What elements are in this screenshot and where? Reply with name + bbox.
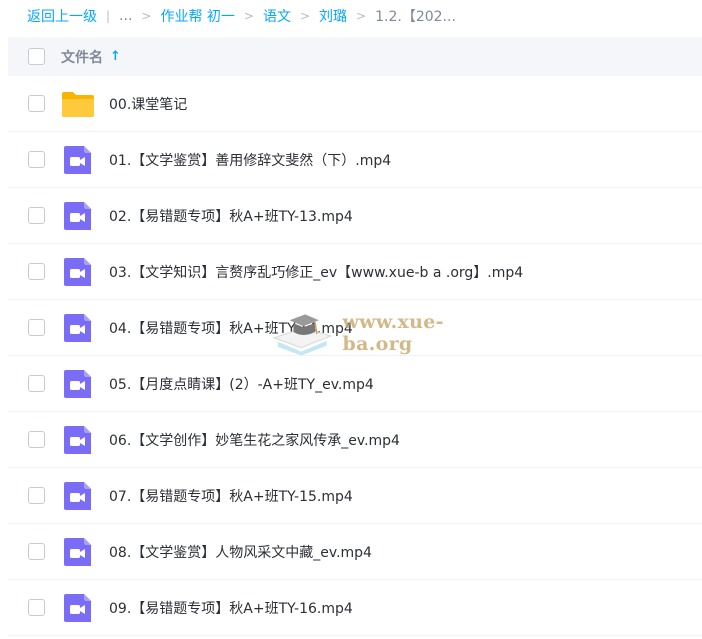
- row-checkbox[interactable]: [28, 263, 45, 280]
- file-row[interactable]: 06.【文学创作】妙笔生花之家风传承_ev.mp4: [8, 412, 702, 468]
- file-row[interactable]: 02.【易错题专项】秋A+班TY-13.mp4: [8, 188, 702, 244]
- file-row[interactable]: 00.课堂笔记: [8, 76, 702, 132]
- file-row[interactable]: 08.【文学鉴赏】人物风采文中藏_ev.mp4: [8, 524, 702, 580]
- file-name[interactable]: 01.【文学鉴赏】善用修辞文斐然（下）.mp4: [109, 150, 391, 170]
- breadcrumb-item[interactable]: 作业帮 初一: [160, 6, 234, 26]
- row-checkbox[interactable]: [28, 207, 45, 224]
- file-name[interactable]: 07.【易错题专项】秋A+班TY-15.mp4: [109, 486, 353, 506]
- video-file-icon: [61, 538, 95, 566]
- chevron-right-icon: >: [356, 9, 367, 23]
- breadcrumb-current: 1.2.【202...: [375, 9, 456, 25]
- breadcrumb: 返回上一级 | ... > 作业帮 初一 > 语文 > 刘璐 > 1.2.【20…: [0, 0, 702, 32]
- file-name[interactable]: 05.【月度点睛课】(2）-A+班TY_ev.mp4: [109, 374, 374, 394]
- file-row[interactable]: 04.【易错题专项】秋A+班TY-14.mp4: [8, 300, 702, 356]
- file-row[interactable]: 09.【易错题专项】秋A+班TY-16.mp4: [8, 580, 702, 636]
- video-file-icon: [61, 482, 95, 510]
- row-checkbox[interactable]: [28, 375, 45, 392]
- video-file-icon: [61, 370, 95, 398]
- file-name[interactable]: 06.【文学创作】妙笔生花之家风传承_ev.mp4: [109, 430, 400, 450]
- file-name[interactable]: 03.【文学知识】言赘序乱巧修正_ev【www.xue-b a .org】.mp…: [109, 262, 523, 282]
- video-file-icon: [61, 426, 95, 454]
- list-header: 文件名 ↑: [8, 37, 702, 76]
- video-file-icon: [61, 146, 95, 174]
- arrow-up-icon: ↑: [110, 49, 121, 64]
- file-row[interactable]: 05.【月度点睛课】(2）-A+班TY_ev.mp4: [8, 356, 702, 412]
- row-checkbox[interactable]: [28, 599, 45, 616]
- row-checkbox[interactable]: [28, 487, 45, 504]
- file-name[interactable]: 09.【易错题专项】秋A+班TY-16.mp4: [109, 598, 353, 618]
- folder-icon: [61, 90, 95, 118]
- row-checkbox[interactable]: [28, 319, 45, 336]
- select-all-checkbox[interactable]: [28, 48, 45, 65]
- filename-header-label: 文件名: [61, 49, 103, 66]
- filename-column-header[interactable]: 文件名 ↑: [61, 47, 121, 67]
- video-file-icon: [61, 258, 95, 286]
- file-list: 00.课堂笔记 01.【文学鉴赏】善用修辞文斐然（下）.mp4 02.【易错题专项】…: [8, 76, 702, 636]
- row-checkbox[interactable]: [28, 543, 45, 560]
- file-row[interactable]: 07.【易错题专项】秋A+班TY-15.mp4: [8, 468, 702, 524]
- video-file-icon: [61, 314, 95, 342]
- separator: |: [106, 9, 111, 23]
- file-name[interactable]: 04.【易错题专项】秋A+班TY-14.mp4: [109, 318, 353, 338]
- row-checkbox[interactable]: [28, 95, 45, 112]
- file-name[interactable]: 00.课堂笔记: [109, 94, 187, 114]
- back-link[interactable]: 返回上一级: [27, 6, 97, 26]
- video-file-icon: [61, 594, 95, 622]
- file-row[interactable]: 01.【文学鉴赏】善用修辞文斐然（下）.mp4: [8, 132, 702, 188]
- breadcrumb-ellipsis[interactable]: ...: [119, 8, 132, 24]
- breadcrumb-item[interactable]: 语文: [263, 6, 291, 26]
- row-checkbox[interactable]: [28, 431, 45, 448]
- chevron-right-icon: >: [141, 9, 152, 23]
- video-file-icon: [61, 202, 95, 230]
- breadcrumb-item[interactable]: 刘璐: [319, 6, 347, 26]
- file-name[interactable]: 02.【易错题专项】秋A+班TY-13.mp4: [109, 206, 353, 226]
- row-checkbox[interactable]: [28, 151, 45, 168]
- chevron-right-icon: >: [243, 9, 254, 23]
- chevron-right-icon: >: [299, 9, 311, 23]
- file-row[interactable]: 03.【文学知识】言赘序乱巧修正_ev【www.xue-b a .org】.mp…: [8, 244, 702, 300]
- file-name[interactable]: 08.【文学鉴赏】人物风采文中藏_ev.mp4: [109, 542, 372, 562]
